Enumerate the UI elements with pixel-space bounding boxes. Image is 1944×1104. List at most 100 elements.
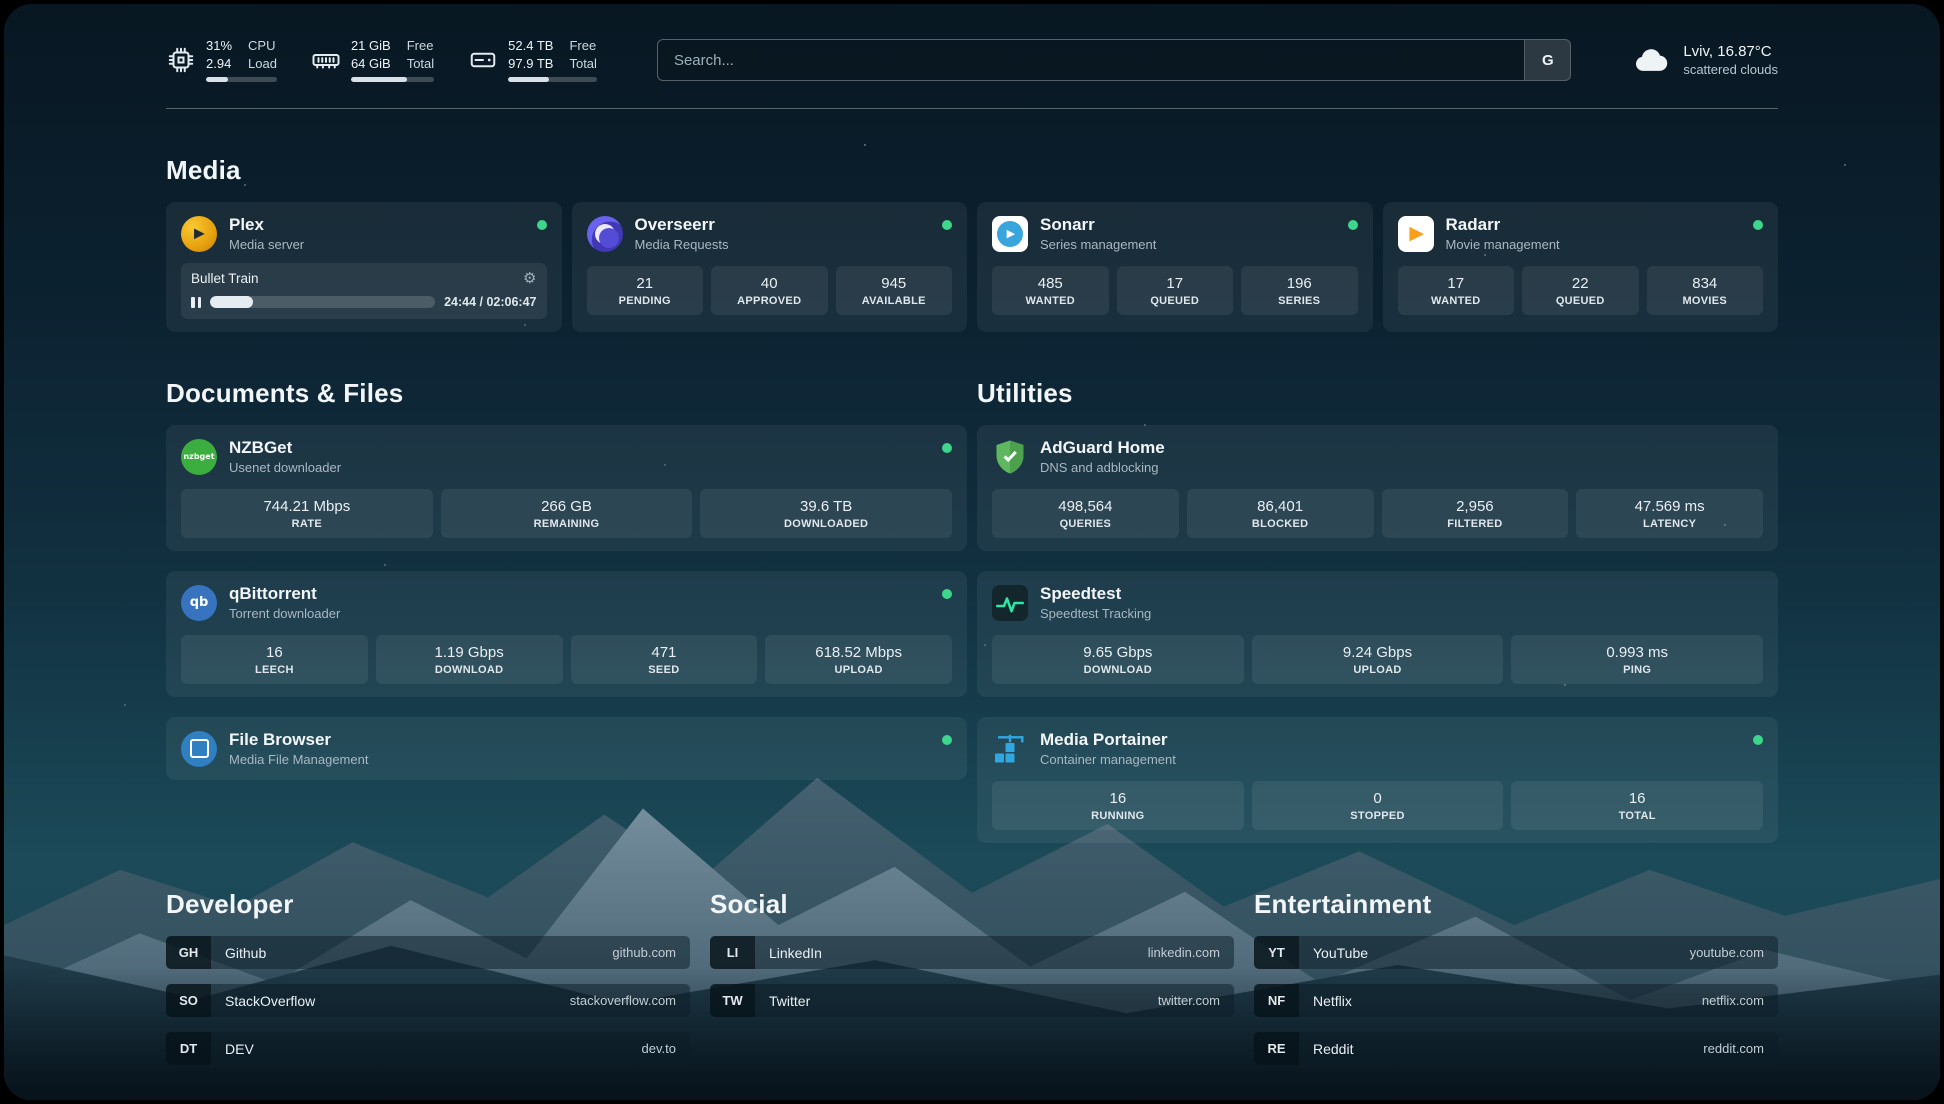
service-card-plex[interactable]: PlexMedia serverBullet Train⚙24:44 / 02:… (166, 202, 562, 332)
stat-value: 485 (996, 275, 1105, 292)
stat-box: 22QUEUED (1522, 266, 1639, 315)
qbittorrent-icon-label: qb (190, 595, 209, 610)
service-title-block: PlexMedia server (229, 215, 304, 252)
bookmark-name: LinkedIn (755, 945, 822, 961)
bookmark-abbr: NF (1254, 984, 1299, 1017)
bookmark-stackoverflow[interactable]: SOStackOverflowstackoverflow.com (166, 984, 690, 1017)
stat-value: 9.65 Gbps (996, 644, 1240, 661)
stat-box: 39.6 TBDOWNLOADED (700, 489, 952, 538)
memory-usage-bar (351, 77, 434, 82)
search-bar: G (657, 39, 1571, 81)
bookmark-domain: twitter.com (1158, 993, 1234, 1008)
playback-progress-bar (210, 296, 435, 308)
bookmark-dev[interactable]: DTDEVdev.to (166, 1032, 690, 1065)
radarr-icon (1398, 216, 1434, 252)
service-card-overseerr[interactable]: OverseerrMedia Requests21PENDING40APPROV… (572, 202, 968, 332)
search-provider-button[interactable]: G (1524, 40, 1570, 80)
stat-value: 40 (715, 275, 824, 292)
service-card-sonarr[interactable]: SonarrSeries management485WANTED17QUEUED… (977, 202, 1373, 332)
cpu-load-label: Load (248, 56, 277, 72)
search-input[interactable] (658, 40, 1524, 80)
stat-label: QUERIES (996, 518, 1175, 530)
service-name: qBittorrent (229, 584, 340, 604)
bookmark-twitter[interactable]: TWTwitter twitter.com (710, 984, 1234, 1017)
service-title-block: File BrowserMedia File Management (229, 730, 368, 767)
service-title-block: SonarrSeries management (1040, 215, 1156, 252)
bookmark-abbr: DT (166, 1032, 211, 1065)
status-indicator-online (942, 735, 952, 745)
settings-gear-icon[interactable]: ⚙ (523, 271, 536, 286)
dashboard-screen: 31% CPU 2.94 Load 21 (4, 4, 1940, 1100)
service-description: Media Requests (635, 237, 729, 252)
service-card-adguard[interactable]: AdGuard HomeDNS and adblocking498,564QUE… (977, 425, 1778, 551)
cpu-usage-value: 31% (206, 38, 232, 54)
service-description: Movie management (1446, 237, 1560, 252)
service-title-block: SpeedtestSpeedtest Tracking (1040, 584, 1151, 621)
service-card-radarr[interactable]: RadarrMovie management 17WANTED22QUEUED83… (1383, 202, 1779, 332)
service-card-filebrowser[interactable]: File BrowserMedia File Management (166, 717, 967, 780)
stat-box: 485WANTED (992, 266, 1109, 315)
status-indicator-online (1753, 735, 1763, 745)
bookmark-linkedin[interactable]: LILinkedInlinkedin.com (710, 936, 1234, 969)
stat-box: 16RUNNING (992, 781, 1244, 830)
service-stats: 16RUNNING0STOPPED16TOTAL (992, 781, 1763, 830)
service-description: Torrent downloader (229, 606, 340, 621)
bookmark-abbr: YT (1254, 936, 1299, 969)
social-bookmark-list: LILinkedInlinkedin.comTWTwittertwitter.c… (710, 936, 1234, 1017)
stat-box: 834MOVIES (1647, 266, 1764, 315)
bookmark-name: DEV (211, 1041, 254, 1057)
stat-value: 2,956 (1386, 498, 1565, 515)
bookmark-youtube[interactable]: YTYouTubeyoutube.com (1254, 936, 1778, 969)
utilities-services-stack: AdGuard HomeDNS and adblocking498,564QUE… (977, 425, 1778, 843)
memory-widget: 21 GiB Free 64 GiB Total (311, 38, 434, 82)
service-card-nzbget[interactable]: nzbgetNZBGetUsenet downloader744.21 Mbps… (166, 425, 967, 551)
service-header: qb qBittorrent Torrent downloader (181, 584, 952, 621)
stat-box: 196SERIES (1241, 266, 1358, 315)
service-header: SpeedtestSpeedtest Tracking (992, 584, 1763, 621)
service-card-portainer[interactable]: Media PortainerContainer management 16RUN… (977, 717, 1778, 843)
bookmark-abbr: GH (166, 936, 211, 969)
bookmark-domain: youtube.com (1690, 945, 1778, 960)
bookmark-domain: linkedin.com (1148, 945, 1234, 960)
stat-box: 9.24 GbpsUPLOAD (1252, 635, 1504, 684)
bookmark-reddit[interactable]: RERedditreddit.com (1254, 1032, 1778, 1065)
service-stats: 21PENDING40APPROVED945AVAILABLE (587, 266, 953, 315)
stat-value: 196 (1245, 275, 1354, 292)
service-description: Container management (1040, 752, 1176, 767)
service-header: Media PortainerContainer management (992, 730, 1763, 767)
bookmark-netflix[interactable]: NFNetflixnetflix.com (1254, 984, 1778, 1017)
snow-specks (4, 4, 6, 6)
status-indicator-online (942, 443, 952, 453)
stat-label: WANTED (1402, 295, 1511, 307)
disk-total-label: Total (569, 56, 596, 72)
stat-value: 945 (840, 275, 949, 292)
pause-button[interactable] (191, 297, 201, 308)
service-description: Speedtest Tracking (1040, 606, 1151, 621)
portainer-icon (992, 731, 1028, 767)
service-title-block: OverseerrMedia Requests (635, 215, 729, 252)
cpu-widget: 31% CPU 2.94 Load (166, 38, 277, 82)
bookmark-github[interactable]: GHGithubgithub.com (166, 936, 690, 969)
status-indicator-online (537, 220, 547, 230)
stat-label: SEED (575, 664, 754, 676)
stat-label: DOWNLOAD (996, 664, 1240, 676)
stat-label: MOVIES (1651, 295, 1760, 307)
service-title-block: NZBGetUsenet downloader (229, 438, 341, 475)
service-card-speedtest[interactable]: SpeedtestSpeedtest Tracking 9.65 Gbps DOWN… (977, 571, 1778, 697)
stat-box: 40APPROVED (711, 266, 828, 315)
stat-label: STOPPED (1256, 810, 1500, 822)
service-name: AdGuard Home (1040, 438, 1165, 458)
status-indicator-online (942, 589, 952, 599)
service-card-qbittorrent[interactable]: qbqBittorrentTorrent downloader16LEECH1.… (166, 571, 967, 697)
bookmark-domain: netflix.com (1702, 993, 1778, 1008)
bookmark-name: Twitter (755, 993, 810, 1009)
service-title-block: RadarrMovie management (1446, 215, 1560, 252)
bookmark-abbr: TW (710, 984, 755, 1017)
stat-box: 17WANTED (1398, 266, 1515, 315)
section-title-developer: Developer (166, 889, 690, 920)
stat-label: RATE (185, 518, 429, 530)
media-services-grid: PlexMedia serverBullet Train⚙24:44 / 02:… (166, 202, 1778, 332)
service-header: OverseerrMedia Requests (587, 215, 953, 252)
service-title-block: Media PortainerContainer management (1040, 730, 1176, 767)
utilities-column: Utilities AdGuard HomeDNS and adblocking… (977, 332, 1778, 843)
